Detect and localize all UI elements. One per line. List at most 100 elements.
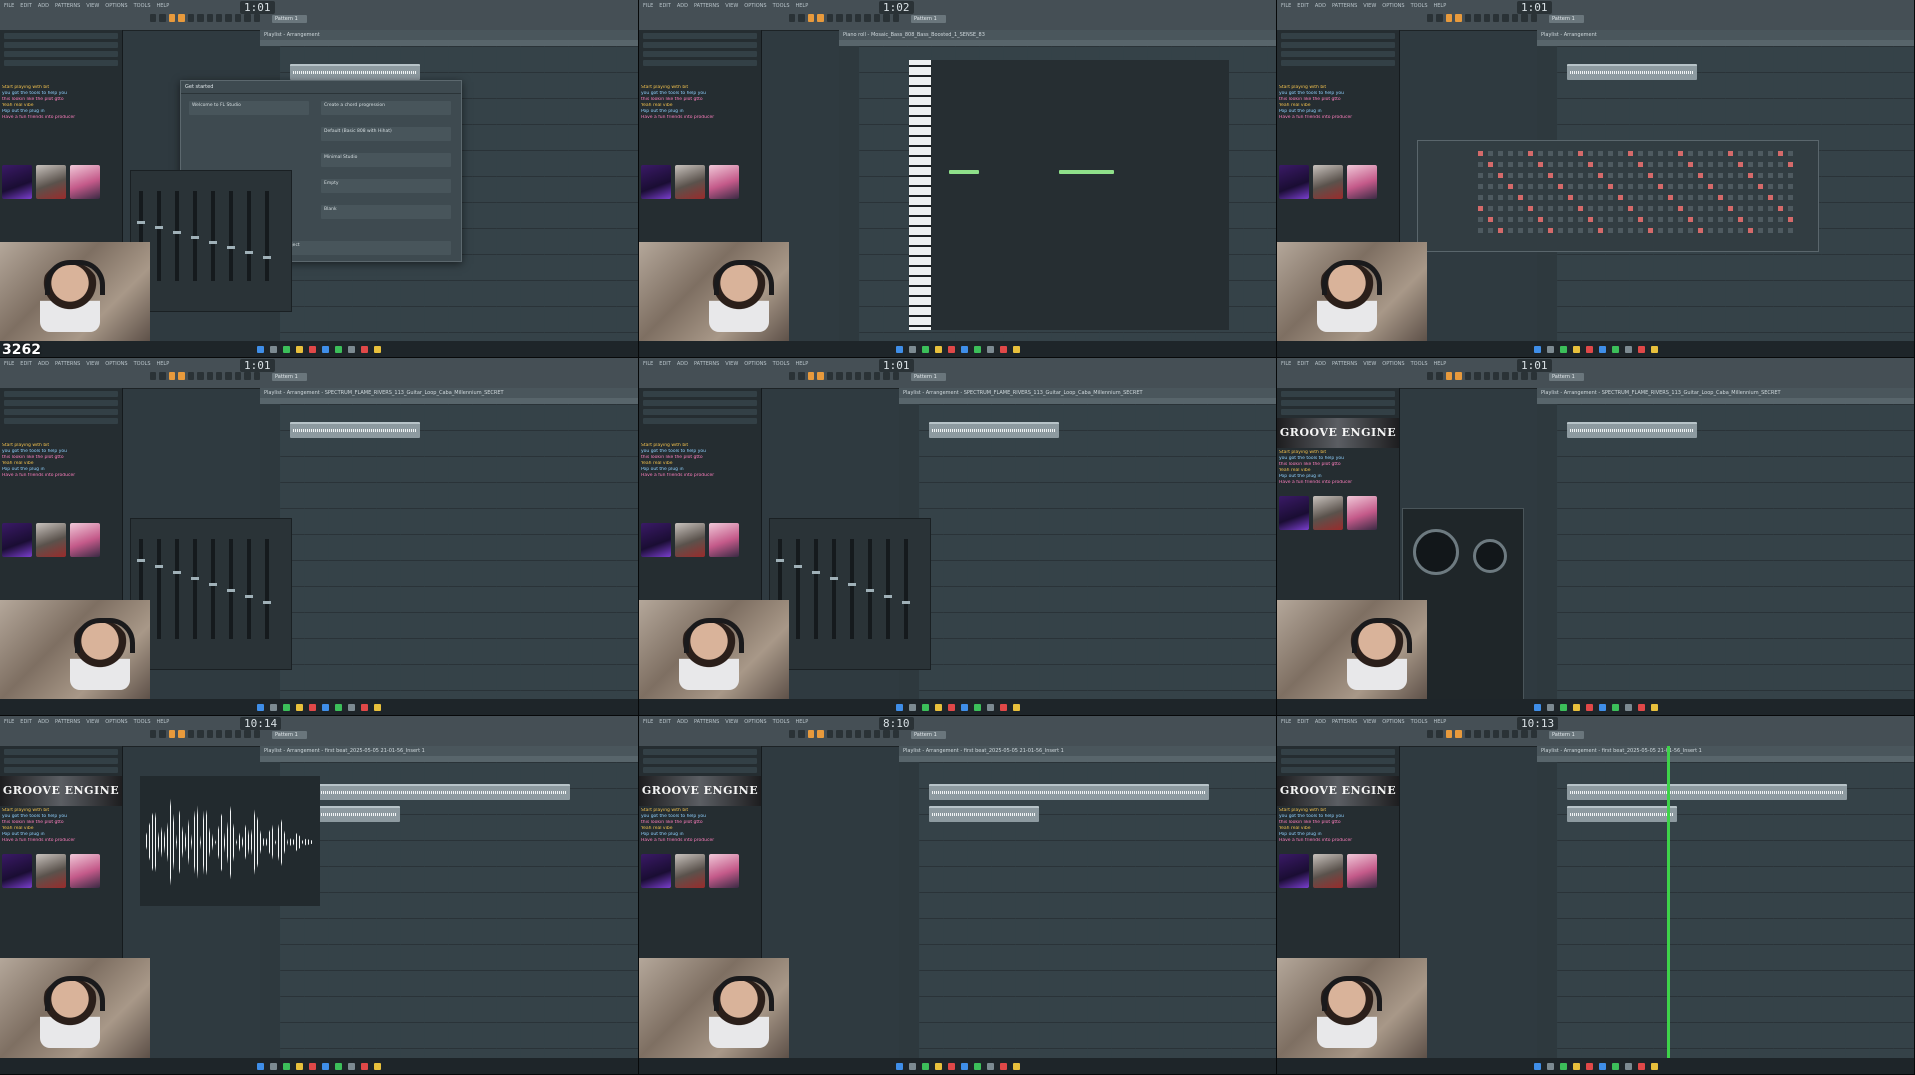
step-button[interactable] <box>1628 151 1633 156</box>
tool-button[interactable] <box>215 372 223 380</box>
menu-item-add[interactable]: ADD <box>677 360 688 368</box>
step-button[interactable] <box>1488 184 1493 189</box>
step-button[interactable] <box>1478 195 1483 200</box>
step-button[interactable] <box>1668 195 1673 200</box>
step-button[interactable] <box>1688 195 1693 200</box>
step-button[interactable] <box>1588 217 1593 222</box>
fader-knob[interactable] <box>794 565 802 568</box>
menu-item-tools[interactable]: TOOLS <box>1411 718 1428 726</box>
mixer-fader[interactable] <box>173 191 181 281</box>
taskbar-app-icon[interactable] <box>1572 703 1580 711</box>
tool-button[interactable] <box>845 372 852 380</box>
taskbar-app-icon[interactable] <box>1598 1062 1606 1070</box>
tool-button[interactable] <box>807 14 815 22</box>
step-button[interactable] <box>1618 162 1623 167</box>
taskbar-app-icon[interactable] <box>283 345 290 353</box>
step-button[interactable] <box>1748 151 1753 156</box>
taskbar-app-icon[interactable] <box>1572 1062 1580 1070</box>
step-button[interactable] <box>1668 162 1673 167</box>
fader-knob[interactable] <box>191 577 199 580</box>
tool-button[interactable] <box>873 14 881 22</box>
step-button[interactable] <box>1548 184 1553 189</box>
taskbar-app-icon[interactable] <box>934 345 942 353</box>
taskbar-app-icon[interactable] <box>1533 1062 1541 1070</box>
pattern-selector[interactable]: Pattern 1 <box>272 731 307 739</box>
menu-item-patterns[interactable]: PATTERNS <box>694 2 719 10</box>
step-button[interactable] <box>1578 217 1583 222</box>
step-button[interactable] <box>1758 173 1763 178</box>
step-button[interactable] <box>1768 162 1773 167</box>
fader-knob[interactable] <box>866 589 874 592</box>
step-button[interactable] <box>1508 195 1513 200</box>
sample-waveform[interactable] <box>146 797 314 888</box>
step-button[interactable] <box>1678 228 1683 233</box>
tool-button[interactable] <box>168 14 176 22</box>
tool-button[interactable] <box>1502 730 1509 738</box>
step-button[interactable] <box>1528 206 1533 211</box>
menu-item-add[interactable]: ADD <box>1315 718 1326 726</box>
taskbar-app-icon[interactable] <box>999 703 1007 711</box>
fader-knob[interactable] <box>245 595 253 598</box>
step-button[interactable] <box>1608 206 1613 211</box>
tool-button[interactable] <box>206 372 213 380</box>
tool-button[interactable] <box>798 730 805 738</box>
step-button[interactable] <box>1678 162 1683 167</box>
album-cover[interactable] <box>675 523 705 557</box>
taskbar-app-icon[interactable] <box>374 345 381 353</box>
step-button[interactable] <box>1598 184 1603 189</box>
taskbar-app-icon[interactable] <box>1611 703 1619 711</box>
taskbar-app-icon[interactable] <box>257 703 264 711</box>
step-button[interactable] <box>1608 228 1613 233</box>
step-button[interactable] <box>1608 173 1613 178</box>
tool-button[interactable] <box>836 14 843 22</box>
step-button[interactable] <box>1758 151 1763 156</box>
album-cover[interactable] <box>36 854 66 888</box>
taskbar-app-icon[interactable] <box>257 345 264 353</box>
step-button[interactable] <box>1648 173 1653 178</box>
step-button[interactable] <box>1638 206 1643 211</box>
tool-button[interactable] <box>1455 730 1462 738</box>
menu-item-patterns[interactable]: PATTERNS <box>55 2 80 10</box>
tool-button[interactable] <box>807 730 815 738</box>
mixer-fader[interactable] <box>155 191 163 281</box>
album-cover[interactable] <box>1347 496 1377 530</box>
tool-button[interactable] <box>206 730 213 738</box>
menu-item-options[interactable]: OPTIONS <box>105 718 127 726</box>
step-button[interactable] <box>1648 217 1653 222</box>
step-button[interactable] <box>1658 228 1663 233</box>
tool-button[interactable] <box>1521 372 1528 380</box>
mixer-fader[interactable] <box>191 191 199 281</box>
step-button[interactable] <box>1558 195 1563 200</box>
track-grid[interactable] <box>280 762 638 1058</box>
menu-item-patterns[interactable]: PATTERNS <box>1332 360 1357 368</box>
step-button[interactable] <box>1548 217 1553 222</box>
step-button[interactable] <box>1708 217 1713 222</box>
mixer-fader[interactable] <box>155 539 163 639</box>
tool-button[interactable] <box>1530 14 1538 22</box>
taskbar-app-icon[interactable] <box>348 703 355 711</box>
step-button[interactable] <box>1648 162 1653 167</box>
audio-clip[interactable] <box>1567 784 1847 800</box>
step-button[interactable] <box>1508 151 1513 156</box>
step-button[interactable] <box>1538 173 1543 178</box>
album-cover[interactable] <box>70 523 100 557</box>
step-button[interactable] <box>1598 151 1603 156</box>
fader-knob[interactable] <box>830 577 838 580</box>
step-button[interactable] <box>1558 151 1563 156</box>
step-button[interactable] <box>1668 228 1673 233</box>
tool-button[interactable] <box>168 372 176 380</box>
tool-button[interactable] <box>1474 730 1481 738</box>
taskbar-app-icon[interactable] <box>1585 703 1593 711</box>
tool-button[interactable] <box>789 730 796 738</box>
tool-button[interactable] <box>836 372 843 380</box>
step-button[interactable] <box>1788 162 1793 167</box>
album-cover[interactable] <box>641 523 671 557</box>
tool-button[interactable] <box>197 14 204 22</box>
taskbar-app-icon[interactable] <box>1598 703 1606 711</box>
menu-item-view[interactable]: VIEW <box>86 718 99 726</box>
menu-item-help[interactable]: HELP <box>1434 360 1447 368</box>
browser-row[interactable] <box>4 767 118 773</box>
taskbar-app-icon[interactable] <box>934 1062 942 1070</box>
step-button[interactable] <box>1598 173 1603 178</box>
taskbar-app-icon[interactable] <box>283 1062 290 1070</box>
